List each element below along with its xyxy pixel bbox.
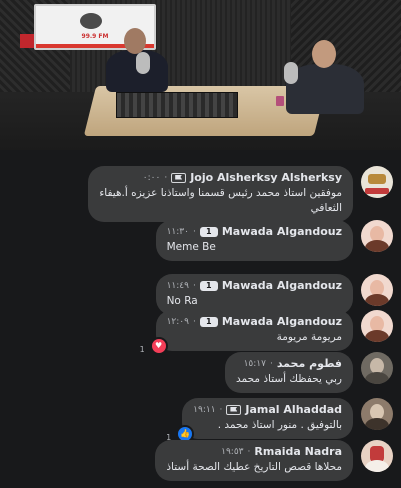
avatar[interactable] (361, 352, 393, 384)
comment-time: ١٩:٥٣ (221, 446, 244, 457)
comment-bubble: ٠:٠٠ · Jojo Alsherksy Alsherksy موفقين ا… (88, 166, 353, 222)
comment-author[interactable]: Mawada Algandouz (222, 225, 342, 238)
microphone-icon (136, 52, 150, 74)
comment-item[interactable]: ١٢:٠٩ · 1 Mawada Algandouz مريومة مريومة… (140, 310, 393, 355)
comment-item[interactable]: ٠:٠٠ · Jojo Alsherksy Alsherksy موفقين ا… (88, 166, 393, 222)
comment-time: ١١:٤٩ (166, 280, 189, 291)
comment-bubble: ١١:٤٩ · 1 Mawada Algandouz No Ra (155, 274, 353, 315)
comment-item[interactable]: ١٥:١٧ · فطوم محمد ربي يحفظك أستاذ محمد (225, 352, 393, 393)
comment-text: موفقين استاذ محمد رئيس قسمنا واستاذنا عز… (99, 187, 342, 214)
avatar[interactable] (361, 310, 393, 342)
comment-text: محلاها قصص التاريخ عطيك الصحة أستاذ (166, 461, 342, 473)
comment-time: ١٩:١١ (193, 404, 216, 415)
comment-text: ربي يحفظك أستاذ محمد (236, 373, 342, 385)
comment-author[interactable]: Mawada Algandouz (222, 315, 342, 328)
avatar[interactable] (361, 220, 393, 252)
comment-item[interactable]: ١٩:١١ · Jamal Alhaddad بالتوفيق . منور ا… (166, 398, 393, 443)
comment-bubble: ١٩:١١ · Jamal Alhaddad بالتوفيق . منور ا… (166, 398, 353, 443)
flag-badge-icon (226, 404, 242, 415)
comment-text: بالتوفيق . منور استاذ محمد . (217, 419, 342, 431)
comment-author[interactable]: Jamal Alhaddad (245, 403, 342, 416)
comment-time: ١١:٣٠ (166, 226, 189, 237)
comment-time: ٠:٠٠ (142, 172, 161, 183)
comment-author[interactable]: Mawada Algandouz (222, 279, 342, 292)
comment-item[interactable]: ١١:٣٠ · 1 Mawada Algandouz Meme Be (155, 220, 393, 261)
comment-bubble: ١١:٣٠ · 1 Mawada Algandouz Meme Be (155, 220, 353, 261)
comment-item[interactable]: ١١:٤٩ · 1 Mawada Algandouz No Ra (155, 274, 393, 315)
comment-time: ١٥:١٧ (243, 358, 266, 369)
reaction-count: 1 (139, 345, 145, 354)
coffee-mug (276, 96, 284, 106)
comment-author[interactable]: Rmaida Nadra (254, 445, 342, 458)
love-reaction-icon[interactable]: ♥ (149, 337, 168, 355)
comment-bubble: ١٥:١٧ · فطوم محمد ربي يحفظك أستاذ محمد (225, 352, 353, 393)
avatar[interactable] (361, 274, 393, 306)
flag-badge-icon (171, 172, 187, 183)
guest-head (312, 40, 336, 68)
top-fan-badge-icon: 1 (199, 226, 218, 237)
comment-time: ١٢:٠٩ (166, 316, 189, 327)
comment-author[interactable]: فطوم محمد (277, 357, 342, 370)
live-video-frame[interactable]: 99.9 FM (0, 0, 401, 150)
comment-text: No Ra (166, 295, 198, 307)
comment-bubble: ١٢:٠٩ · 1 Mawada Algandouz مريومة مريومة… (140, 310, 353, 355)
host-head (124, 28, 146, 54)
comment-author[interactable]: Jojo Alsherksy Alsherksy (190, 171, 342, 184)
avatar[interactable] (361, 440, 393, 472)
comment-text: مريومة مريومة (276, 331, 342, 343)
station-logo-icon (80, 13, 102, 29)
audio-mixer (116, 92, 238, 118)
top-fan-badge-icon: 1 (199, 316, 218, 327)
avatar[interactable] (361, 398, 393, 430)
top-fan-badge-icon: 1 (199, 280, 218, 291)
comment-text: Meme Be (166, 241, 216, 253)
comment-bubble: ١٩:٥٣ · Rmaida Nadra محلاها قصص التاريخ … (155, 440, 353, 481)
microphone-icon (284, 62, 298, 84)
avatar[interactable] (361, 166, 393, 198)
comment-item[interactable]: ١٩:٥٣ · Rmaida Nadra محلاها قصص التاريخ … (155, 440, 393, 481)
